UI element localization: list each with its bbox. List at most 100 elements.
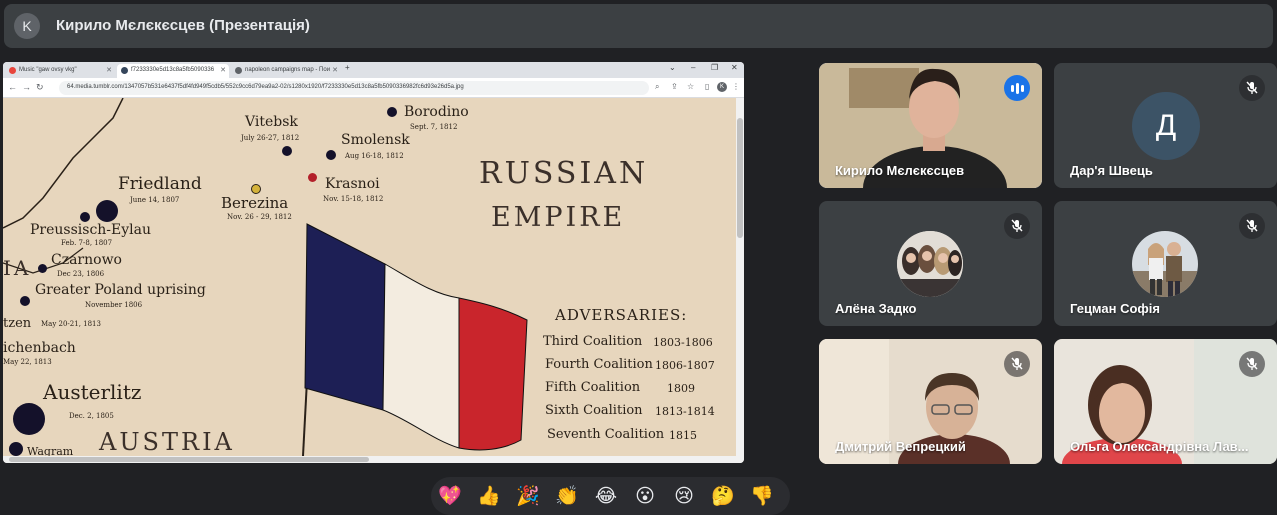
minimize-icon[interactable]: – (691, 63, 695, 72)
reactions-bar: 💖 👍 🎉 👏 😂 😮 😢 🤔 👎 (431, 477, 790, 515)
crying-face-icon[interactable]: 😢 (670, 482, 698, 510)
scrollbar-thumb[interactable] (737, 118, 743, 238)
browser-tab-image[interactable]: f7233330e5d13c8a5fb5090336 ✕ (117, 64, 229, 78)
avatar (1132, 231, 1198, 297)
participant-tile-daria[interactable]: Д Дар'я Швець (1054, 63, 1277, 188)
close-icon[interactable]: ✕ (106, 66, 112, 74)
sidebar-icon[interactable]: ▯ (705, 82, 709, 91)
music-icon (9, 67, 16, 74)
participant-name: Кирило Мєлєкєсцев (835, 163, 965, 178)
browser-tab-music[interactable]: Music "gaw ovsy vkg" ✕ (5, 64, 115, 78)
place-date: July 26-27, 1812 (241, 134, 300, 142)
avatar (897, 231, 963, 297)
tears-of-joy-icon[interactable]: 😂 (592, 482, 620, 510)
mic-off-icon (1004, 213, 1030, 239)
browser-tab-search[interactable]: napoleon campaigns map - Пои ✕ (231, 64, 341, 78)
place-date: Dec 23, 1806 (57, 270, 105, 278)
place-date: May 22, 1813 (3, 358, 52, 366)
map-marker (13, 403, 45, 435)
close-icon[interactable]: ✕ (332, 66, 338, 74)
place-label: Preussisch-Eylau (30, 222, 152, 238)
profile-icon[interactable]: K (717, 82, 727, 92)
place-label: Greater Poland uprising (35, 282, 206, 298)
surprised-face-icon[interactable]: 😮 (631, 482, 659, 510)
shared-screen: Music "gaw ovsy vkg" ✕ f7233330e5d13c8a5… (3, 62, 744, 463)
region-label-empire: EMPIRE (491, 202, 626, 233)
map-marker (387, 107, 397, 117)
participant-tile-olga[interactable]: Ольга Олександрівна Лав... (1054, 339, 1277, 464)
participant-name: Гецман Софія (1070, 301, 1160, 316)
forward-icon[interactable]: → (22, 82, 31, 92)
place-label: Smolensk (341, 132, 410, 148)
region-label-russian: RUSSIAN (479, 156, 649, 191)
place-date: Nov. 26 - 29, 1812 (227, 213, 292, 221)
search-icon[interactable]: ⌕ (655, 82, 659, 92)
flag-blue (304, 223, 386, 411)
coalition-row: Fourth Coalition 1806-1807 (545, 357, 715, 372)
horizontal-scrollbar[interactable] (3, 456, 744, 463)
place-date: June 14, 1807 (130, 196, 180, 204)
scrollbar-thumb[interactable] (9, 457, 369, 462)
new-tab-button[interactable]: + (345, 63, 350, 72)
map-marker (38, 264, 47, 273)
map-marker (80, 212, 90, 222)
thinking-face-icon[interactable]: 🤔 (709, 482, 737, 510)
map-marker (9, 442, 23, 456)
party-popper-icon[interactable]: 🎉 (514, 482, 542, 510)
place-date: May 20-21, 1813 (41, 320, 101, 328)
coalition-name: Fourth Coalition (545, 357, 653, 372)
sparkling-heart-icon[interactable]: 💖 (436, 482, 464, 510)
region-label-edge: IA (3, 256, 32, 280)
thumbs-down-icon[interactable]: 👎 (748, 482, 776, 510)
star-icon[interactable]: ☆ (687, 82, 694, 91)
flag-red (458, 297, 528, 451)
share-icon[interactable]: ⇪ (671, 82, 678, 91)
address-bar[interactable]: 64.media.tumblr.com/1347057b531e6437f5df… (59, 81, 649, 95)
close-window-icon[interactable]: ✕ (731, 63, 738, 72)
flag-white (382, 263, 460, 449)
browser-tab-label: Music "gaw ovsy vkg" (19, 67, 77, 73)
vertical-scrollbar[interactable] (736, 98, 744, 456)
coalition-name: Fifth Coalition (545, 380, 641, 395)
participant-tile-kyrylo[interactable]: Кирило Мєлєкєсцев (819, 63, 1042, 188)
place-label: Krasnoi (325, 176, 380, 192)
participant-tile-sofia[interactable]: Гецман Софія (1054, 201, 1277, 326)
back-icon[interactable]: ← (8, 82, 17, 92)
coalition-years: 1813-1814 (655, 405, 715, 418)
clapping-hands-icon[interactable]: 👏 (553, 482, 581, 510)
map-marker (20, 296, 30, 306)
avatar: Д (1132, 92, 1200, 160)
mic-off-icon (1004, 351, 1030, 377)
place-date: Dec. 2, 1805 (69, 412, 114, 420)
participant-name: Дар'я Швець (1070, 163, 1153, 178)
participant-name: Ольга Олександрівна Лав... (1070, 439, 1249, 454)
participant-tile-dmitry[interactable]: Дмитрий Вепрецкий (819, 339, 1042, 464)
mic-off-icon (1239, 75, 1265, 101)
participant-tile-alena[interactable]: Алёна Задко (819, 201, 1042, 326)
place-date: November 1806 (85, 301, 143, 309)
place-date: Sept. 7, 1812 (410, 123, 458, 131)
thumbs-up-icon[interactable]: 👍 (475, 482, 503, 510)
reload-icon[interactable]: ↻ (36, 82, 44, 93)
menu-icon[interactable]: ⋮ (732, 82, 740, 91)
chevron-down-icon[interactable]: ⌄ (669, 63, 676, 72)
browser-toolbar: ← → ↻ 64.media.tumblr.com/1347057b531e64… (3, 78, 744, 98)
place-label: Berezina (221, 194, 289, 212)
map-marker (308, 173, 317, 182)
place-date: Nov. 15-18, 1812 (323, 195, 384, 203)
speaking-indicator (1004, 75, 1030, 101)
coalition-years: 1806-1807 (655, 359, 715, 372)
place-date: Aug 16-18, 1812 (345, 152, 404, 160)
place-label: Vitebsk (245, 114, 298, 130)
napoleon-campaigns-map: Borodino Sept. 7, 1812 Vitebsk July 26-2… (3, 98, 736, 456)
presentation-header-bar: K Кирило Мєлєкєсцев (Презентація) (4, 4, 1273, 48)
region-label-austria: AUSTRIA (99, 428, 235, 456)
coalition-name: Sixth Coalition (545, 403, 643, 418)
coalition-name: Seventh Coalition (547, 427, 665, 442)
close-icon[interactable]: ✕ (220, 66, 226, 74)
restore-icon[interactable]: ❐ (711, 63, 718, 72)
address-bar-url: 64.media.tumblr.com/1347057b531e6437f5df… (67, 84, 464, 90)
mic-off-icon (1239, 351, 1265, 377)
google-icon (235, 67, 242, 74)
mic-off-icon (1239, 213, 1265, 239)
